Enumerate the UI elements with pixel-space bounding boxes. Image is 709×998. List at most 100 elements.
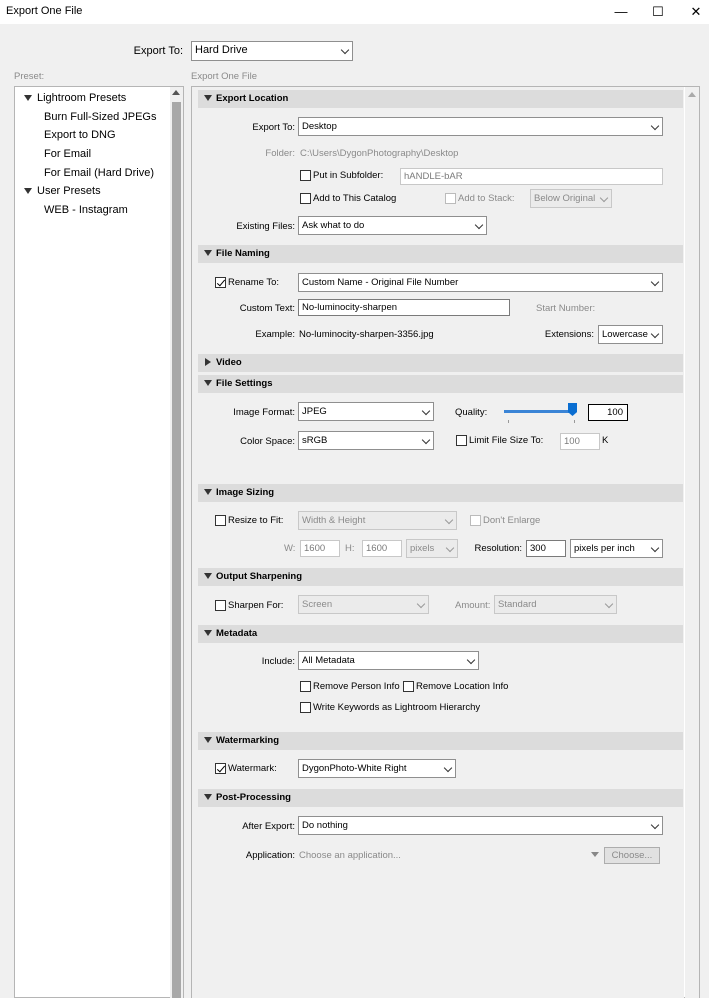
after-export-dropdown[interactable]: Do nothing [298,816,663,835]
resolution-unit-dropdown[interactable]: pixels per inch [570,539,663,558]
section-title: Metadata [216,628,258,639]
add-stack-label: Add to Stack: [458,193,515,204]
section-export-location[interactable]: Export Location [198,90,683,108]
watermark-dropdown[interactable]: DygonPhoto-White Right [298,759,456,778]
expand-triangle-icon[interactable] [24,95,32,101]
dont-enlarge-checkbox[interactable] [470,515,481,526]
chevron-down-icon [650,820,660,830]
subfolder-checkbox[interactable] [300,170,311,181]
image-format-dropdown[interactable]: JPEG [298,402,434,421]
rename-checkbox[interactable] [215,277,226,288]
extensions-label: Extensions: [544,329,594,340]
window-title: Export One File [6,5,83,17]
section-post-processing[interactable]: Post-Processing [198,789,683,807]
chevron-down-icon [466,655,476,665]
custom-text-label: Custom Text: [239,303,295,314]
expand-triangle-icon [204,794,212,800]
expand-triangle-icon[interactable] [24,188,32,194]
resolution-input[interactable]: 300 [526,540,566,557]
preset-panel [14,86,184,998]
preset-item[interactable]: Burn Full-Sized JPEGs [44,111,156,123]
subfolder-input[interactable]: hANDLE-bAR [400,168,663,185]
chevron-down-icon [650,277,660,287]
maximize-button[interactable]: ☐ [649,3,667,21]
amount-label: Amount: [455,600,491,611]
sharpen-checkbox[interactable] [215,600,226,611]
image-format-value: JPEG [302,406,327,417]
settings-scrollbar[interactable] [685,87,699,998]
write-keywords-checkbox[interactable] [300,702,311,713]
scroll-up-icon[interactable] [172,90,180,95]
scroll-up-icon[interactable] [688,92,696,97]
add-stack-checkbox[interactable] [445,193,456,204]
quality-input[interactable]: 100 [588,404,628,421]
limit-size-input[interactable]: 100 [560,433,600,450]
width-label: W: [284,543,296,554]
chevron-down-icon [650,543,660,553]
width-input[interactable]: 1600 [300,540,340,557]
section-file-settings[interactable]: File Settings [198,375,683,393]
section-file-naming[interactable]: File Naming [198,245,683,263]
size-unit-dropdown[interactable]: pixels [406,539,458,558]
rename-dropdown[interactable]: Custom Name - Original File Number [298,273,663,292]
remove-location-checkbox[interactable] [403,681,414,692]
height-input[interactable]: 1600 [362,540,402,557]
resize-checkbox[interactable] [215,515,226,526]
amount-value: Standard [498,599,537,610]
existing-files-value: Ask what to do [302,220,365,231]
section-title: Watermarking [216,735,279,746]
section-title: Output Sharpening [216,571,303,582]
remove-person-checkbox[interactable] [300,681,311,692]
after-export-label: After Export: [242,821,295,832]
include-dropdown[interactable]: All Metadata [298,651,479,670]
color-space-label: Color Space: [240,436,295,447]
section-output-sharpening[interactable]: Output Sharpening [198,568,683,586]
preset-item[interactable]: WEB - Instagram [44,204,128,216]
limit-size-label: Limit File Size To: [469,435,544,446]
add-catalog-checkbox[interactable] [300,193,311,204]
preset-item[interactable]: Export to DNG [44,129,116,141]
preset-scrollbar-thumb[interactable] [172,102,181,998]
export-to-dropdown[interactable]: Hard Drive [191,41,353,61]
preset-group-user[interactable]: User Presets [37,185,101,197]
limit-size-checkbox[interactable] [456,435,467,446]
expand-triangle-icon [204,380,212,386]
dropdown-arrow-icon[interactable] [591,852,599,857]
watermark-checkbox[interactable] [215,763,226,774]
amount-dropdown[interactable]: Standard [494,595,617,614]
close-button[interactable]: ✕ [687,3,705,21]
collapse-triangle-icon [205,358,211,366]
section-image-sizing[interactable]: Image Sizing [198,484,683,502]
expand-triangle-icon [204,737,212,743]
resolution-unit-value: pixels per inch [574,543,635,554]
chevron-down-icon [650,329,660,339]
preset-item[interactable]: For Email (Hard Drive) [44,167,154,179]
chevron-down-icon [599,193,609,203]
rename-label: Rename To: [228,277,280,288]
preset-label: Preset: [14,71,45,82]
export-location-dropdown[interactable]: Desktop [298,117,663,136]
example-filename: No-luminocity-sharpen-3356.jpg [299,329,434,340]
preset-item[interactable]: For Email [44,148,91,160]
section-video[interactable]: Video [198,354,683,372]
resize-dropdown[interactable]: Width & Height [298,511,457,530]
color-space-dropdown[interactable]: sRGB [298,431,434,450]
sharpen-dropdown[interactable]: Screen [298,595,429,614]
expand-triangle-icon [204,95,212,101]
section-title: Image Sizing [216,487,275,498]
existing-files-dropdown[interactable]: Ask what to do [298,216,487,235]
application-label: Application: [245,850,295,861]
minimize-button[interactable]: — [612,3,630,21]
extensions-dropdown[interactable]: Lowercase [598,325,663,344]
expand-triangle-icon [204,630,212,636]
section-metadata[interactable]: Metadata [198,625,683,643]
resize-value: Width & Height [302,515,366,526]
application-placeholder[interactable]: Choose an application... [299,850,401,861]
custom-text-input[interactable]: No-luminocity-sharpen [298,299,510,316]
stack-dropdown[interactable]: Below Original [530,189,612,208]
remove-location-label: Remove Location Info [416,681,509,692]
preset-group-lightroom[interactable]: Lightroom Presets [37,92,126,104]
section-watermarking[interactable]: Watermarking [198,732,683,750]
chevron-down-icon [340,45,350,55]
choose-button[interactable]: Choose... [604,847,660,864]
